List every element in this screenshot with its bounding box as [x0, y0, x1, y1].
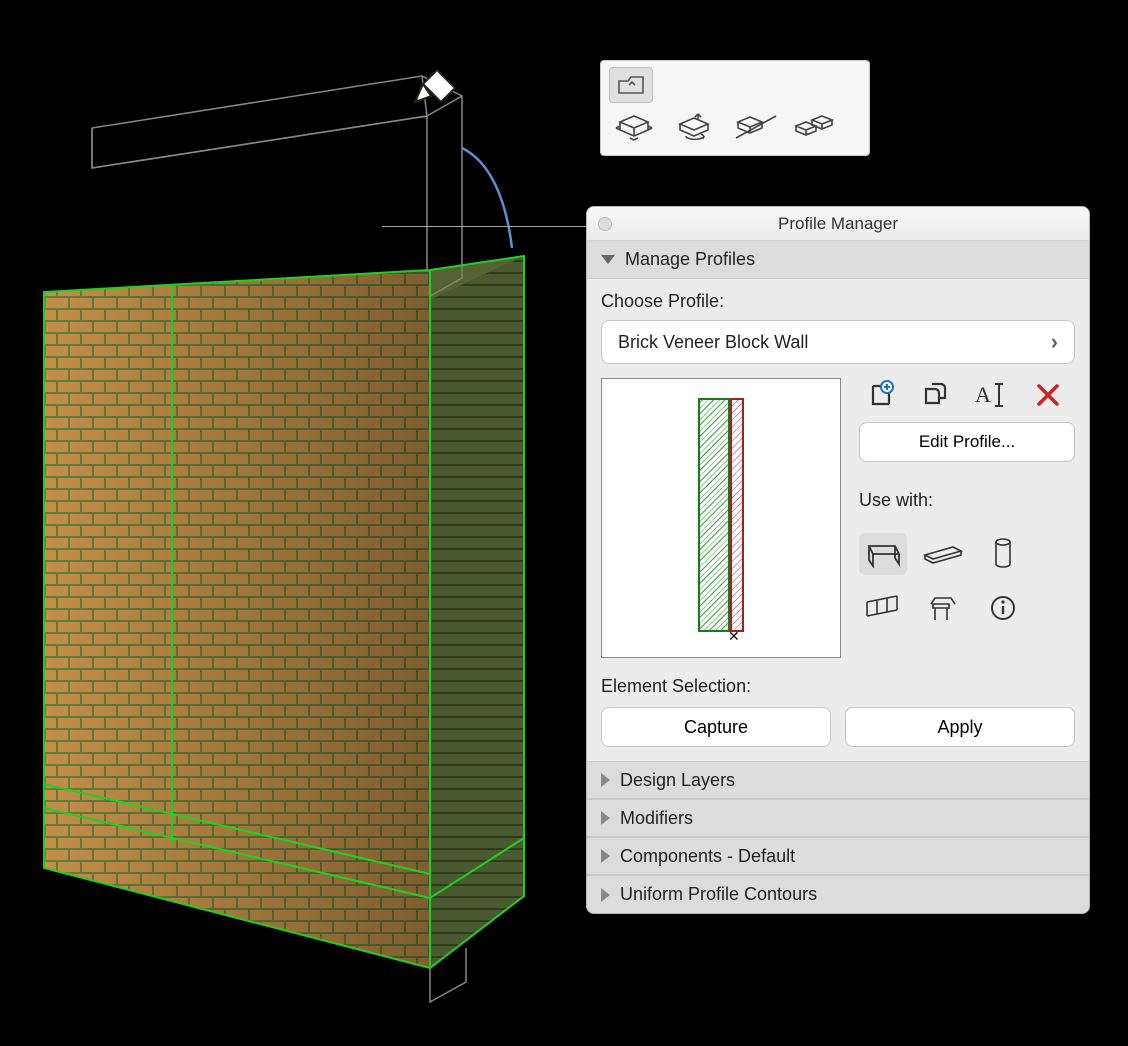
disclosure-triangle-icon	[601, 888, 610, 902]
svg-text:A: A	[975, 382, 991, 407]
edit-profile-button[interactable]: Edit Profile...	[859, 422, 1075, 462]
callout-line	[382, 226, 592, 227]
choose-profile-label: Choose Profile:	[601, 291, 1075, 312]
connector-arc	[462, 148, 512, 248]
use-with-column[interactable]	[979, 533, 1027, 575]
panel-title: Profile Manager	[778, 214, 898, 234]
profile-dropdown[interactable]: Brick Veneer Block Wall ›	[601, 320, 1075, 364]
use-with-object[interactable]	[919, 587, 967, 629]
use-with-label: Use with:	[859, 490, 1075, 511]
section-design-layers[interactable]: Design Layers	[587, 761, 1089, 799]
delete-profile-button[interactable]	[1031, 378, 1065, 412]
use-with-info[interactable]	[979, 587, 1027, 629]
capture-button[interactable]: Capture	[601, 707, 831, 747]
section-label: Components - Default	[620, 846, 795, 867]
move-3d-icon[interactable]	[611, 109, 661, 145]
section-label: Modifiers	[620, 808, 693, 829]
use-with-wall[interactable]	[859, 533, 907, 575]
manage-profiles-body: Choose Profile: Brick Veneer Block Wall …	[587, 279, 1089, 761]
rotate-3d-icon[interactable]	[671, 109, 721, 145]
section-label: Uniform Profile Contours	[620, 884, 817, 905]
disclosure-triangle-icon	[601, 773, 610, 787]
pencil-cursor-icon	[415, 70, 455, 102]
section-label: Manage Profiles	[625, 249, 755, 270]
section-label: Design Layers	[620, 770, 735, 791]
profile-manager-panel: Profile Manager Manage Profiles Choose P…	[586, 206, 1090, 914]
profile-preview: ✕	[601, 378, 841, 658]
section-manage-profiles[interactable]: Manage Profiles	[587, 241, 1089, 279]
use-with-beam[interactable]	[919, 533, 967, 575]
disclosure-triangle-icon	[601, 811, 610, 825]
chevron-right-icon: ›	[1051, 329, 1058, 355]
svg-text:✕: ✕	[728, 628, 740, 643]
panel-titlebar[interactable]: Profile Manager	[587, 207, 1089, 241]
rename-profile-button[interactable]: A	[975, 378, 1009, 412]
section-contours[interactable]: Uniform Profile Contours	[587, 875, 1089, 913]
profile-name: Brick Veneer Block Wall	[618, 332, 808, 353]
disclosure-triangle-icon	[601, 849, 610, 863]
section-modifiers[interactable]: Modifiers	[587, 799, 1089, 837]
model-viewport[interactable]	[32, 68, 572, 1028]
apply-button[interactable]: Apply	[845, 707, 1075, 747]
wireframe-top	[92, 76, 462, 298]
palette-folder-button[interactable]	[609, 67, 653, 103]
pet-palette	[600, 60, 870, 156]
close-window-dot[interactable]	[598, 217, 612, 231]
section-components[interactable]: Components - Default	[587, 837, 1089, 875]
disclosure-triangle-icon	[601, 255, 615, 264]
multiply-3d-icon[interactable]	[791, 109, 841, 145]
duplicate-profile-button[interactable]	[919, 378, 953, 412]
use-with-railing[interactable]	[859, 587, 907, 629]
element-selection-label: Element Selection:	[601, 676, 1075, 697]
new-profile-button[interactable]	[863, 378, 897, 412]
wall-side	[430, 256, 524, 968]
mirror-3d-icon[interactable]	[731, 109, 781, 145]
